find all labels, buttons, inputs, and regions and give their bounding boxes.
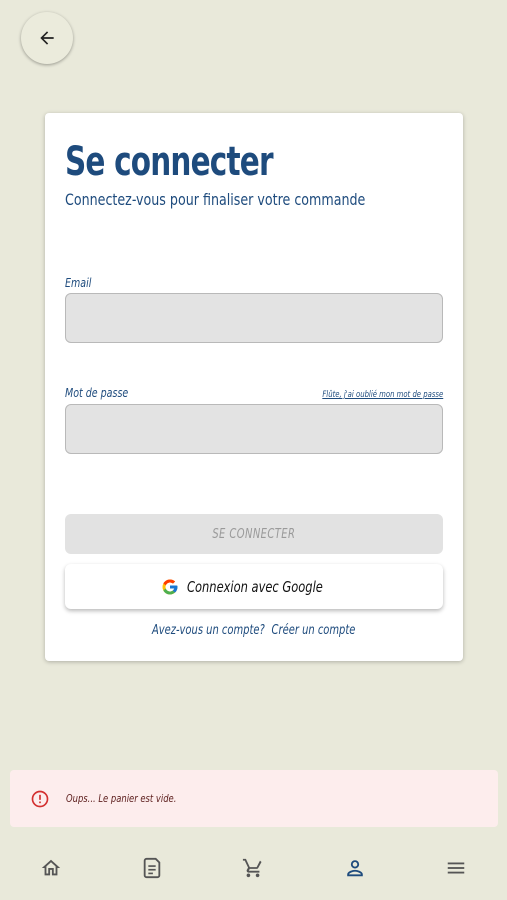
create-account-link[interactable]: Créer un compte — [272, 623, 356, 638]
back-button[interactable] — [21, 12, 73, 64]
bottom-nav — [0, 835, 507, 900]
nav-home[interactable] — [0, 838, 101, 898]
cart-icon — [243, 858, 262, 877]
nav-cart[interactable] — [203, 838, 304, 898]
password-label: Mot de passe — [65, 386, 129, 400]
toast-message: Oups... Le panier est vide. — [66, 792, 177, 805]
email-field[interactable] — [65, 293, 443, 343]
person-icon — [347, 859, 363, 876]
page-subtitle: Connectez-vous pour finaliser votre comm… — [65, 190, 366, 209]
account-prompt: Avez-vous un compte? Créer un compte — [45, 623, 463, 638]
nav-menu[interactable] — [406, 838, 507, 898]
menu-icon — [448, 862, 465, 873]
nav-account[interactable] — [304, 838, 405, 898]
error-circle-icon — [31, 790, 49, 807]
arrow-left-icon — [40, 31, 54, 45]
google-logo-icon — [162, 579, 178, 594]
login-button-label: SE CONNECTER — [212, 526, 296, 542]
nav-orders[interactable] — [101, 838, 202, 898]
account-question: Avez-vous un compte? — [152, 623, 266, 638]
login-card: Se connecter Connectez-vous pour finalis… — [45, 113, 463, 661]
error-toast: Oups... Le panier est vide. — [10, 770, 498, 827]
email-label: Email — [65, 276, 92, 290]
google-button-label: Connexion avec Google — [187, 577, 323, 596]
receipt-icon — [143, 857, 161, 878]
forgot-password-link[interactable]: Flûte, j'ai oublié mon mot de passe — [322, 390, 443, 400]
login-button[interactable]: SE CONNECTER — [65, 514, 443, 554]
google-login-button[interactable]: Connexion avec Google — [65, 564, 443, 609]
home-icon — [41, 859, 60, 875]
page-title: Se connecter — [65, 139, 274, 185]
password-field[interactable] — [65, 404, 443, 454]
